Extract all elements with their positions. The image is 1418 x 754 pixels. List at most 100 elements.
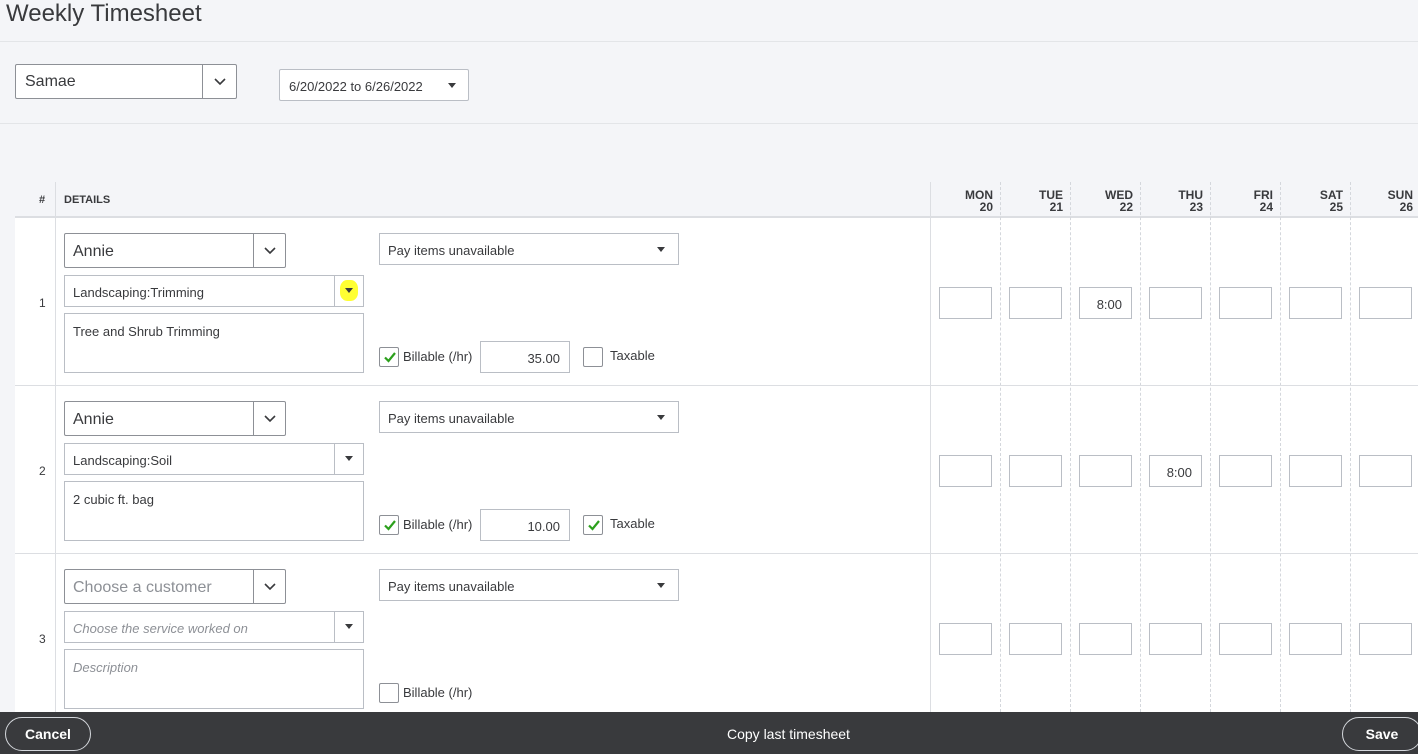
hours-input-tue[interactable] <box>1009 287 1062 319</box>
hours-input-thu[interactable]: 8:00 <box>1149 455 1202 487</box>
copy-last-timesheet-link[interactable]: Copy last timesheet <box>727 726 850 742</box>
description-value: 2 cubic ft. bag <box>73 492 154 507</box>
hours-input-thu[interactable] <box>1149 623 1202 655</box>
service-dropdown-button[interactable] <box>334 276 363 306</box>
billable-label: Billable (/hr) <box>403 349 473 364</box>
taxable-checkbox[interactable] <box>583 515 603 535</box>
taxable-label: Taxable <box>610 348 655 363</box>
day-date: 21 <box>1049 200 1063 214</box>
billable-checkbox[interactable] <box>379 347 399 367</box>
billable-label: Billable (/hr) <box>403 685 473 700</box>
customer-value: Annie <box>73 411 114 428</box>
caret-down-icon <box>345 456 353 461</box>
description-field[interactable]: Description <box>64 649 364 709</box>
caret-down-icon <box>345 288 353 293</box>
pay-item-value: Pay items unavailable <box>388 579 515 594</box>
description-placeholder: Description <box>73 660 139 675</box>
timesheet-row: 1 Annie Landscaping:Trimming Tree and Shrub… <box>15 218 1418 386</box>
caret-down-icon <box>448 83 456 88</box>
row-number: 1 <box>39 296 46 310</box>
chevron-down-icon[interactable] <box>202 65 236 98</box>
hours-input-sun[interactable] <box>1359 287 1412 319</box>
customer-select[interactable]: Annie <box>64 233 286 268</box>
pay-item-value: Pay items unavailable <box>388 411 515 426</box>
day-header-fri: FRI 24 <box>1210 189 1280 213</box>
checkmark-icon <box>587 518 601 537</box>
checkmark-icon <box>383 518 397 537</box>
service-dropdown-button[interactable] <box>334 612 363 642</box>
save-button[interactable]: Save <box>1342 717 1418 751</box>
billable-checkbox[interactable] <box>379 515 399 535</box>
pay-item-select[interactable]: Pay items unavailable <box>379 569 679 601</box>
chevron-down-icon[interactable] <box>253 570 285 603</box>
pay-item-value: Pay items unavailable <box>388 243 515 258</box>
row-number: 2 <box>39 464 46 478</box>
day-header-tue: TUE 21 <box>1000 189 1070 213</box>
billable-checkbox[interactable] <box>379 683 399 703</box>
title-bar: Weekly Timesheet <box>0 0 1418 42</box>
hours-input-sat[interactable] <box>1289 623 1342 655</box>
hours-input-sat[interactable] <box>1289 287 1342 319</box>
service-select[interactable]: Landscaping:Trimming <box>64 275 364 307</box>
hours-value: 8:00 <box>1096 297 1122 312</box>
details-header: DETAILS <box>64 194 111 206</box>
service-select[interactable]: Landscaping:Soil <box>64 443 364 475</box>
hourly-rate-input[interactable]: 10.00 <box>480 509 570 541</box>
day-date: 26 <box>1399 200 1413 214</box>
hours-value: 8:00 <box>1166 465 1192 480</box>
pay-item-select[interactable]: Pay items unavailable <box>379 401 679 433</box>
service-value: Landscaping:Trimming <box>73 285 205 300</box>
hours-input-fri[interactable] <box>1219 623 1272 655</box>
hours-input-tue[interactable] <box>1009 623 1062 655</box>
employee-select[interactable]: Samae <box>15 64 237 99</box>
hourly-rate-value: 10.00 <box>527 519 560 534</box>
taxable-checkbox[interactable] <box>583 347 603 367</box>
hours-input-wed[interactable]: 8:00 <box>1079 287 1132 319</box>
hours-input-wed[interactable] <box>1079 623 1132 655</box>
chevron-down-icon[interactable] <box>253 402 285 435</box>
customer-value: Annie <box>73 243 114 260</box>
day-date: 24 <box>1259 200 1273 214</box>
row-number: 3 <box>39 632 46 646</box>
day-header-thu: THU 23 <box>1140 189 1210 213</box>
caret-down-icon <box>345 624 353 629</box>
timesheet-grid: # DETAILS MON 20 TUE 21 WED 22 THU 23 FRI 24 SAT 25… <box>15 182 1418 722</box>
row-number-header: # <box>39 194 46 206</box>
checkmark-icon <box>383 350 397 369</box>
filter-bar: Samae 6/20/2022 to 6/26/2022 <box>0 42 1418 124</box>
description-value: Tree and Shrub Trimming <box>73 324 220 339</box>
service-select[interactable]: Choose the service worked on <box>64 611 364 643</box>
service-dropdown-button[interactable] <box>334 444 363 474</box>
hourly-rate-input[interactable]: 35.00 <box>480 341 570 373</box>
employee-value: Samae <box>25 73 76 90</box>
day-date: 22 <box>1119 200 1133 214</box>
hours-input-wed[interactable] <box>1079 455 1132 487</box>
caret-down-icon <box>657 247 665 252</box>
description-field[interactable]: 2 cubic ft. bag <box>64 481 364 541</box>
hours-input-fri[interactable] <box>1219 287 1272 319</box>
customer-placeholder: Choose a customer <box>73 579 212 596</box>
cancel-button[interactable]: Cancel <box>5 717 91 751</box>
date-range-select[interactable]: 6/20/2022 to 6/26/2022 <box>279 69 469 101</box>
hours-input-sat[interactable] <box>1289 455 1342 487</box>
hours-input-mon[interactable] <box>939 623 992 655</box>
day-header-wed: WED 22 <box>1070 189 1140 213</box>
hours-input-thu[interactable] <box>1149 287 1202 319</box>
description-field[interactable]: Tree and Shrub Trimming <box>64 313 364 373</box>
hours-input-tue[interactable] <box>1009 455 1062 487</box>
hours-input-mon[interactable] <box>939 287 992 319</box>
hours-input-fri[interactable] <box>1219 455 1272 487</box>
chevron-down-icon[interactable] <box>253 234 285 267</box>
hours-input-sun[interactable] <box>1359 455 1412 487</box>
timesheet-row: 2 Annie Landscaping:Soil 2 cubic ft. bag Pay… <box>15 386 1418 554</box>
timesheet-row: 3 Choose a customer Choose the service wor… <box>15 554 1418 722</box>
hours-input-mon[interactable] <box>939 455 992 487</box>
date-range-value: 6/20/2022 to 6/26/2022 <box>289 79 423 94</box>
customer-select[interactable]: Choose a customer <box>64 569 286 604</box>
day-header-mon: MON 20 <box>930 189 1000 213</box>
day-date: 23 <box>1189 200 1203 214</box>
customer-select[interactable]: Annie <box>64 401 286 436</box>
hours-input-sun[interactable] <box>1359 623 1412 655</box>
pay-item-select[interactable]: Pay items unavailable <box>379 233 679 265</box>
day-header-sun: SUN 26 <box>1350 189 1418 213</box>
